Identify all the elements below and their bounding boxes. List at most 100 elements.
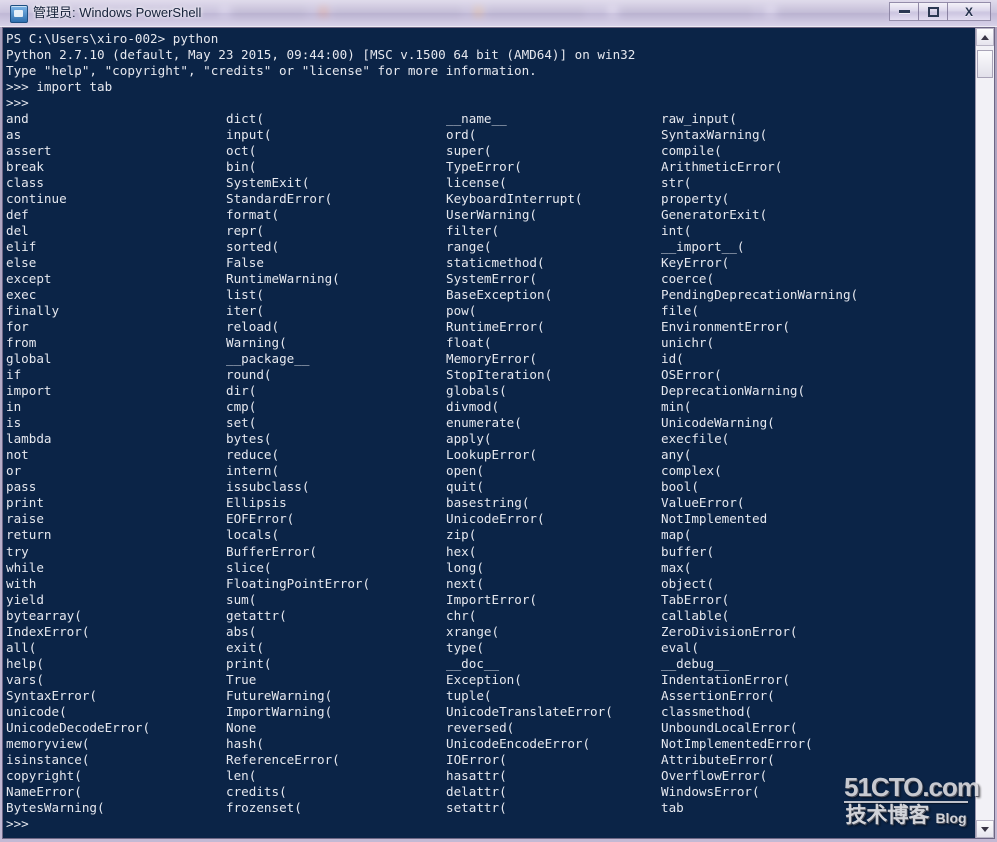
completion-item: for	[6, 319, 29, 335]
completion-row: exec list(BaseException(PendingDeprecatio…	[6, 287, 975, 303]
completion-item: UserWarning(	[446, 207, 537, 223]
completion-item: UnicodeDecodeError(	[6, 719, 151, 735]
completion-row: UnicodeDecodeError(None reversed(UnboundL…	[6, 720, 975, 736]
completion-item: or	[6, 463, 22, 479]
completion-item: basestring(	[446, 495, 530, 511]
completion-item: NameError(	[6, 783, 82, 799]
completion-item: return	[6, 527, 52, 543]
completion-item: and	[6, 111, 29, 127]
completion-row: for reload(RuntimeError(EnvironmentError(	[6, 319, 975, 335]
completion-row: isinstance(ReferenceError(IOError(Attrib…	[6, 752, 975, 768]
completion-item: OverflowError(	[661, 767, 768, 783]
completion-item: assert	[6, 143, 52, 159]
watermark-site: 51CTO.com	[844, 772, 980, 802]
completion-row: def format(UserWarning(GeneratorExit(	[6, 207, 975, 223]
completion-item: isinstance(	[6, 751, 90, 767]
completion-item: ord(	[446, 127, 477, 143]
completion-item: None	[226, 719, 257, 735]
completion-item: buffer(	[661, 543, 715, 559]
completion-item: dict(	[226, 111, 264, 127]
scrollbar-thumb[interactable]	[977, 50, 993, 78]
completion-item: sum(	[226, 591, 257, 607]
scroll-up-button[interactable]	[976, 28, 994, 46]
completion-item: FloatingPointError(	[226, 575, 371, 591]
console-line: >>> import tab	[6, 79, 113, 95]
console-client-area: PS C:\Users\xiro-002> python Python 2.7.1…	[2, 27, 995, 839]
completion-item: sorted(	[226, 239, 280, 255]
completion-item: AttributeError(	[661, 751, 775, 767]
console-line: Type "help", "copyright", "credits" or "…	[6, 63, 537, 79]
completion-item: super(	[446, 143, 492, 159]
completion-item: yield	[6, 591, 44, 607]
completion-item: iter(	[226, 303, 264, 319]
completion-item: all(	[6, 639, 37, 655]
completion-item: vars(	[6, 671, 44, 687]
completion-item: NotImplemented	[661, 511, 768, 527]
completion-item: abs(	[226, 623, 257, 639]
completion-item: quit(	[446, 479, 484, 495]
maximize-button[interactable]	[918, 2, 948, 21]
completion-item: break	[6, 159, 44, 175]
completion-item: True	[226, 671, 257, 687]
completion-item: int(	[661, 223, 692, 239]
completion-item: Ellipsis	[226, 495, 287, 511]
completion-item: float(	[446, 335, 492, 351]
completion-item: hex(	[446, 543, 477, 559]
console-line: >>>	[6, 95, 29, 111]
completion-item: while	[6, 559, 44, 575]
minimize-button[interactable]	[889, 2, 919, 21]
completion-item: globals(	[446, 383, 507, 399]
completion-item: execfile(	[661, 431, 730, 447]
vertical-scrollbar[interactable]	[975, 28, 994, 838]
completion-row: if round(StopIteration(OSError(	[6, 367, 975, 383]
completion-item: divmod(	[446, 399, 500, 415]
completion-item: unicode(	[6, 703, 67, 719]
completion-item: else	[6, 255, 37, 271]
completion-item: pass	[6, 479, 37, 495]
completion-row: del repr(filter(int(	[6, 223, 975, 239]
completion-item: bytearray(	[6, 607, 82, 623]
completion-row: vars(True Exception(IndentationError(	[6, 672, 975, 688]
completion-item: tab	[661, 799, 684, 815]
completion-item: finally	[6, 303, 60, 319]
completion-item: bin(	[226, 159, 257, 175]
completion-item: import	[6, 383, 52, 399]
completion-item: ZeroDivisionError(	[661, 623, 798, 639]
completion-item: exec	[6, 287, 37, 303]
completion-item: staticmethod(	[446, 255, 545, 271]
arrow-down-icon	[981, 826, 989, 832]
completion-row: not reduce(LookupError(any(	[6, 447, 975, 463]
completion-item: id(	[661, 351, 684, 367]
completion-item: IndexError(	[6, 623, 90, 639]
completion-row: else False staticmethod(KeyError(	[6, 255, 975, 271]
completion-item: FutureWarning(	[226, 687, 333, 703]
completion-item: BytesWarning(	[6, 799, 105, 815]
completion-item: print	[6, 495, 44, 511]
completion-item: EnvironmentError(	[661, 319, 790, 335]
console-prompt[interactable]: >>>	[6, 816, 975, 832]
completion-item: chr(	[446, 607, 477, 623]
completion-item: __package__	[226, 351, 310, 367]
console-output[interactable]: PS C:\Users\xiro-002> python Python 2.7.1…	[3, 28, 975, 838]
completion-row: break bin(TypeError(ArithmeticError(	[6, 159, 975, 175]
completion-item: not	[6, 447, 29, 463]
completion-item: exit(	[226, 639, 264, 655]
completion-row: all(exit(type(eval(	[6, 640, 975, 656]
completion-item: file(	[661, 303, 699, 319]
completion-row: and dict(__name__ raw_input(	[6, 111, 975, 127]
completion-item: if	[6, 367, 22, 383]
scroll-down-button[interactable]	[976, 820, 994, 838]
completion-item: TabError(	[661, 591, 730, 607]
completion-item: hash(	[226, 735, 264, 751]
completion-item: xrange(	[446, 623, 500, 639]
window-titlebar[interactable]: 管理员: Windows PowerShell X	[0, 0, 997, 27]
completion-item: credits(	[226, 783, 287, 799]
completion-item: unichr(	[661, 335, 715, 351]
completion-item: in	[6, 399, 22, 415]
completion-item: min(	[661, 399, 692, 415]
close-button[interactable]: X	[947, 2, 991, 21]
completion-row: SyntaxError(FutureWarning(tuple(Assertio…	[6, 688, 975, 704]
completion-item: del	[6, 223, 29, 239]
completion-row: is set(enumerate(UnicodeWarning(	[6, 415, 975, 431]
completion-row: as input(ord(SyntaxWarning(	[6, 127, 975, 143]
